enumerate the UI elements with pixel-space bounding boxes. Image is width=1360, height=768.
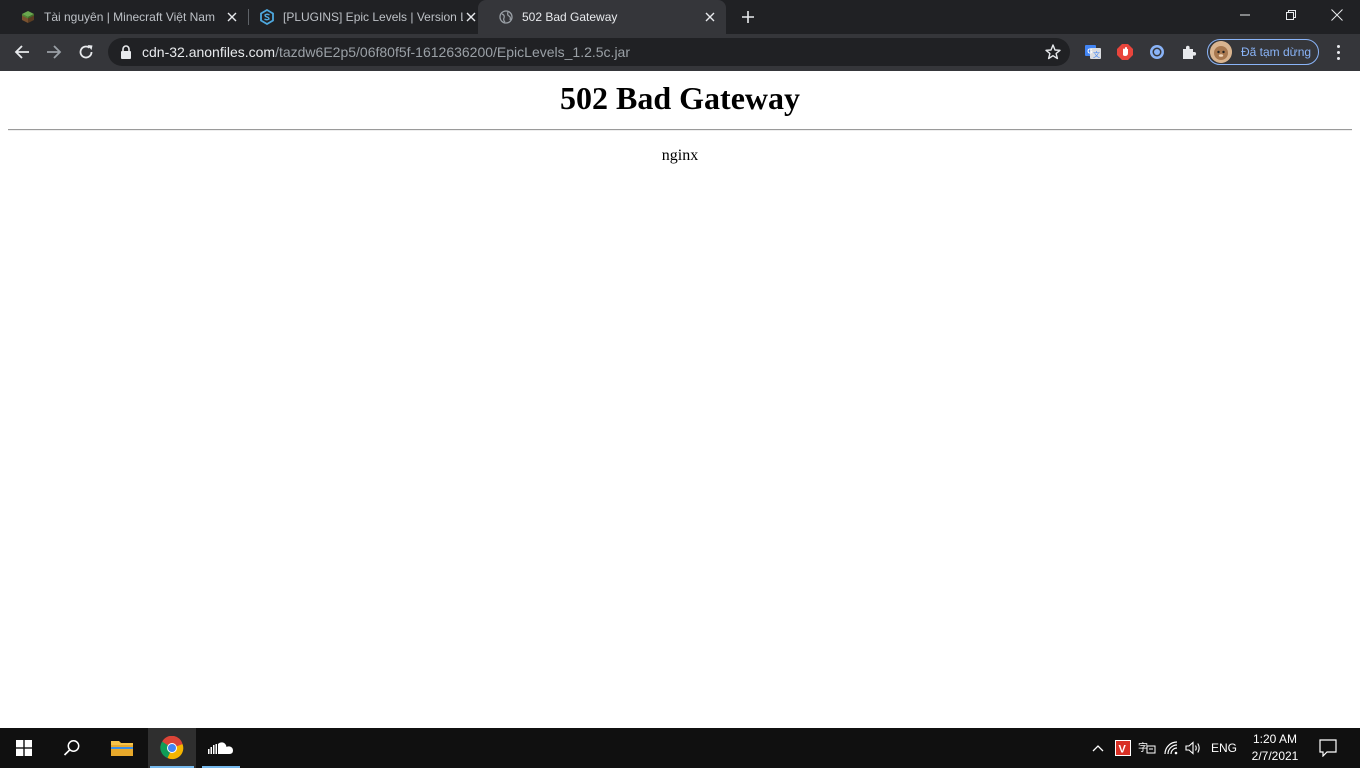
close-window-button[interactable] [1314, 0, 1360, 30]
url-text[interactable]: cdn-32.anonfiles.com/tazdw6E2p5/06f80f5f… [142, 44, 630, 60]
unikey-tray-icon[interactable]: V [1113, 728, 1133, 768]
action-center-button[interactable] [1314, 728, 1342, 768]
tab-epic-levels-plugin[interactable]: [PLUGINS] Epic Levels | Version La [239, 0, 487, 34]
bookmark-star-icon[interactable] [1044, 43, 1062, 61]
language-indicator[interactable]: ENG [1208, 728, 1240, 768]
chrome-taskbar-button[interactable] [148, 728, 196, 768]
tab-title: Tài nguyên | Minecraft Việt Nam [44, 10, 215, 24]
lock-icon[interactable] [120, 45, 132, 59]
avatar [1210, 41, 1232, 63]
page-title: 502 Bad Gateway [560, 80, 800, 116]
server-signature: nginx [661, 147, 699, 164]
windows-taskbar: V 字 ENG 1:20 AM 2/7/2021 [0, 728, 1360, 768]
url-host: cdn-32.anonfiles.com [142, 44, 276, 60]
network-wifi-icon[interactable] [1162, 728, 1182, 768]
tab-minecraft-vietnam[interactable]: Tài nguyên | Minecraft Việt Nam [0, 0, 248, 34]
tab-close-icon[interactable] [702, 9, 718, 25]
adblock-extension-icon[interactable] [1115, 42, 1135, 62]
address-bar[interactable]: cdn-32.anonfiles.com/tazdw6E2p5/06f80f5f… [108, 38, 1070, 66]
forward-button[interactable] [40, 38, 68, 66]
reload-button[interactable] [72, 38, 100, 66]
close-icon [1331, 9, 1343, 21]
tab-title: 502 Bad Gateway [522, 10, 618, 24]
more-options-icon[interactable] [1328, 42, 1348, 62]
back-button[interactable] [8, 38, 36, 66]
search-button[interactable] [48, 728, 96, 768]
soundcloud-icon [208, 742, 233, 754]
new-tab-button[interactable] [738, 7, 758, 27]
chrome-icon [160, 736, 184, 760]
arrow-right-icon [47, 45, 62, 59]
profile-status-label: Đã tạm dừng [1241, 45, 1312, 59]
profile-button[interactable]: Đã tạm dừng [1207, 39, 1319, 65]
windows-logo-icon [16, 740, 32, 756]
svg-text:V: V [1119, 744, 1127, 756]
tab-strip: Tài nguyên | Minecraft Việt Nam [PLUGINS… [0, 0, 1360, 34]
google-translate-extension-icon[interactable]: G文 [1083, 42, 1103, 62]
divider [8, 129, 1352, 131]
browser-toolbar: cdn-32.anonfiles.com/tazdw6E2p5/06f80f5f… [0, 34, 1360, 71]
arrow-left-icon [14, 45, 29, 59]
reload-icon [79, 45, 93, 59]
notification-icon [1319, 739, 1337, 757]
spigot-hexagon-icon [259, 9, 275, 25]
error-page: 502 Bad Gateway nginx [0, 71, 1360, 728]
clock[interactable]: 1:20 AM 2/7/2021 [1245, 731, 1305, 765]
svg-text:文: 文 [1093, 50, 1100, 59]
restore-icon [1286, 10, 1296, 20]
minimize-button[interactable] [1222, 0, 1268, 30]
cloud-app-button[interactable] [200, 728, 242, 768]
url-path: /tazdw6E2p5/06f80f5f-1612636200/EpicLeve… [275, 44, 630, 60]
tab-502-bad-gateway[interactable]: 502 Bad Gateway [478, 0, 726, 34]
start-button[interactable] [0, 728, 48, 768]
show-hidden-icons-button[interactable] [1088, 728, 1108, 768]
volume-icon[interactable] [1184, 728, 1204, 768]
chevron-up-icon [1092, 745, 1104, 752]
globe-icon [498, 9, 514, 25]
plus-icon [742, 11, 754, 23]
extensions-puzzle-icon[interactable] [1179, 42, 1199, 62]
folder-icon [111, 741, 133, 756]
tab-close-icon[interactable] [463, 9, 479, 25]
minimize-icon [1240, 14, 1250, 16]
tab-title: [PLUGINS] Epic Levels | Version La [283, 10, 463, 24]
ring-extension-icon[interactable] [1147, 42, 1167, 62]
file-explorer-button[interactable] [98, 728, 146, 768]
clock-date: 2/7/2021 [1251, 749, 1299, 763]
minecraft-grass-block-icon [20, 9, 36, 25]
input-method-icon[interactable]: 字 [1137, 728, 1157, 768]
clock-time: 1:20 AM [1252, 732, 1298, 746]
restore-button[interactable] [1268, 0, 1314, 30]
search-icon [63, 740, 80, 756]
tab-close-icon[interactable] [224, 9, 240, 25]
